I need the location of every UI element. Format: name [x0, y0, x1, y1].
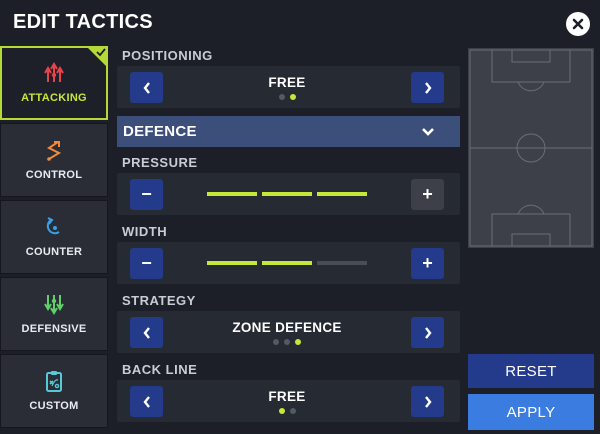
- back-line-label: BACK LINE: [122, 362, 198, 377]
- option-dot: [278, 94, 285, 100]
- chevron-left-icon: [142, 326, 150, 339]
- chevron-right-icon: [424, 326, 432, 339]
- level-bar-filled: [207, 192, 257, 196]
- close-icon: [572, 18, 584, 30]
- apply-button[interactable]: APPLY: [468, 394, 594, 430]
- strategy-prev-button[interactable]: [130, 317, 163, 348]
- level-bar-filled: [262, 192, 312, 196]
- checkmark-icon: [86, 46, 108, 68]
- pressure-increase-button[interactable]: +: [411, 179, 444, 210]
- chevron-left-icon: [142, 395, 150, 408]
- defensive-arrows-icon: [44, 295, 64, 315]
- sidebar-item-label: ATTACKING: [21, 92, 87, 104]
- positioning-selector: FREE: [117, 66, 460, 108]
- control-zigzag-icon: [47, 141, 62, 161]
- pressure-stepper: − +: [117, 173, 460, 215]
- minus-icon: −: [141, 253, 152, 273]
- width-decrease-button[interactable]: −: [130, 248, 163, 279]
- defence-section-toggle[interactable]: DEFENCE: [117, 116, 460, 147]
- pressure-decrease-button[interactable]: −: [130, 179, 163, 210]
- positioning-dots: [163, 94, 411, 100]
- counter-arrow-icon: [46, 217, 60, 235]
- strategy-dots: [163, 339, 411, 345]
- sidebar-item-attacking[interactable]: ATTACKING: [0, 46, 108, 120]
- level-bar-filled: [207, 261, 257, 265]
- sidebar-item-control[interactable]: CONTROL: [0, 123, 108, 197]
- strategy-next-button[interactable]: [411, 317, 444, 348]
- width-stepper: − +: [117, 242, 460, 284]
- minus-icon: −: [141, 184, 152, 204]
- back-line-next-button[interactable]: [411, 386, 444, 417]
- positioning-value: FREE: [268, 75, 306, 90]
- back-line-prev-button[interactable]: [130, 386, 163, 417]
- level-bar-empty: [317, 261, 367, 265]
- back-line-dots: [163, 408, 411, 414]
- chevron-down-icon: [422, 128, 434, 136]
- option-dot: [289, 408, 296, 414]
- close-button[interactable]: [566, 12, 590, 36]
- clipboard-icon: [46, 371, 62, 392]
- option-dot-active: [289, 94, 296, 100]
- back-line-selector: FREE: [117, 380, 460, 422]
- sidebar-item-label: DEFENSIVE: [21, 323, 87, 335]
- positioning-prev-button[interactable]: [130, 72, 163, 103]
- level-bar-filled: [317, 192, 367, 196]
- width-level-bars: [207, 261, 367, 265]
- strategy-value: ZONE DEFENCE: [232, 320, 342, 335]
- option-dot: [284, 339, 290, 345]
- width-increase-button[interactable]: +: [411, 248, 444, 279]
- sidebar-item-defensive[interactable]: DEFENSIVE: [0, 277, 108, 351]
- chevron-right-icon: [424, 395, 432, 408]
- sidebar-item-custom[interactable]: CUSTOM: [0, 354, 108, 428]
- pitch-preview: [468, 48, 594, 248]
- option-dot-active: [295, 339, 301, 345]
- sidebar-item-label: CUSTOM: [29, 400, 79, 412]
- attacking-arrows-icon: [44, 62, 64, 82]
- positioning-label: POSITIONING: [122, 48, 213, 63]
- reset-button[interactable]: RESET: [468, 354, 594, 388]
- sidebar-item-label: COUNTER: [25, 246, 83, 258]
- sidebar-item-label: CONTROL: [25, 169, 83, 181]
- width-label: WIDTH: [122, 224, 168, 239]
- chevron-left-icon: [142, 81, 150, 94]
- tactics-sidebar: ATTACKING CONTROL COUNTER DEFENSIVE CUST…: [0, 46, 108, 434]
- pitch-diagram: [469, 49, 593, 247]
- positioning-next-button[interactable]: [411, 72, 444, 103]
- pressure-level-bars: [207, 192, 367, 196]
- page-title: EDIT TACTICS: [13, 11, 153, 33]
- back-line-value: FREE: [268, 389, 306, 404]
- strategy-label: STRATEGY: [122, 293, 196, 308]
- pressure-label: PRESSURE: [122, 155, 198, 170]
- strategy-selector: ZONE DEFENCE: [117, 311, 460, 353]
- sidebar-item-counter[interactable]: COUNTER: [0, 200, 108, 274]
- option-dot-active: [278, 408, 285, 414]
- defence-header-label: DEFENCE: [123, 123, 197, 140]
- chevron-right-icon: [424, 81, 432, 94]
- option-dot: [273, 339, 279, 345]
- plus-icon: +: [422, 184, 433, 204]
- level-bar-filled: [262, 261, 312, 265]
- plus-icon: +: [422, 253, 433, 273]
